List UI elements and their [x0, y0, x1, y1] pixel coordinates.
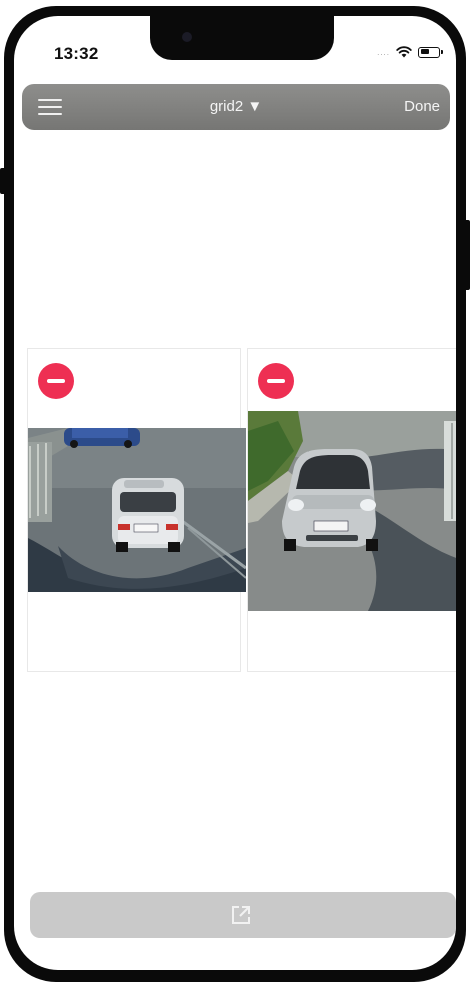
side-button	[0, 168, 4, 194]
status-indicators: ....	[377, 46, 443, 58]
camera-feed-image[interactable]	[248, 411, 456, 611]
remove-camera-button[interactable]	[38, 363, 74, 399]
camera-feed-image[interactable]	[28, 428, 246, 592]
share-external-icon[interactable]	[230, 904, 252, 926]
notch	[150, 16, 334, 60]
status-time: 13:32	[54, 44, 99, 63]
top-toolbar: grid2 ▼ Done	[22, 84, 450, 130]
app-screen: 13:32 .... grid2 ▼ Done	[14, 16, 456, 970]
grid-selector[interactable]: grid2 ▼	[22, 98, 450, 115]
camera-cell-1[interactable]	[27, 348, 246, 672]
phone-frame: 13:32 .... grid2 ▼ Done	[4, 6, 466, 982]
side-button	[466, 220, 470, 290]
share-bar[interactable]	[30, 892, 456, 938]
remove-camera-button[interactable]	[258, 363, 294, 399]
front-camera-icon	[182, 32, 192, 42]
wifi-icon	[396, 46, 412, 58]
done-button[interactable]: Done	[404, 98, 440, 115]
signal-dots: ....	[377, 47, 390, 57]
camera-cell-2[interactable]	[247, 348, 456, 672]
battery-icon	[418, 46, 443, 58]
